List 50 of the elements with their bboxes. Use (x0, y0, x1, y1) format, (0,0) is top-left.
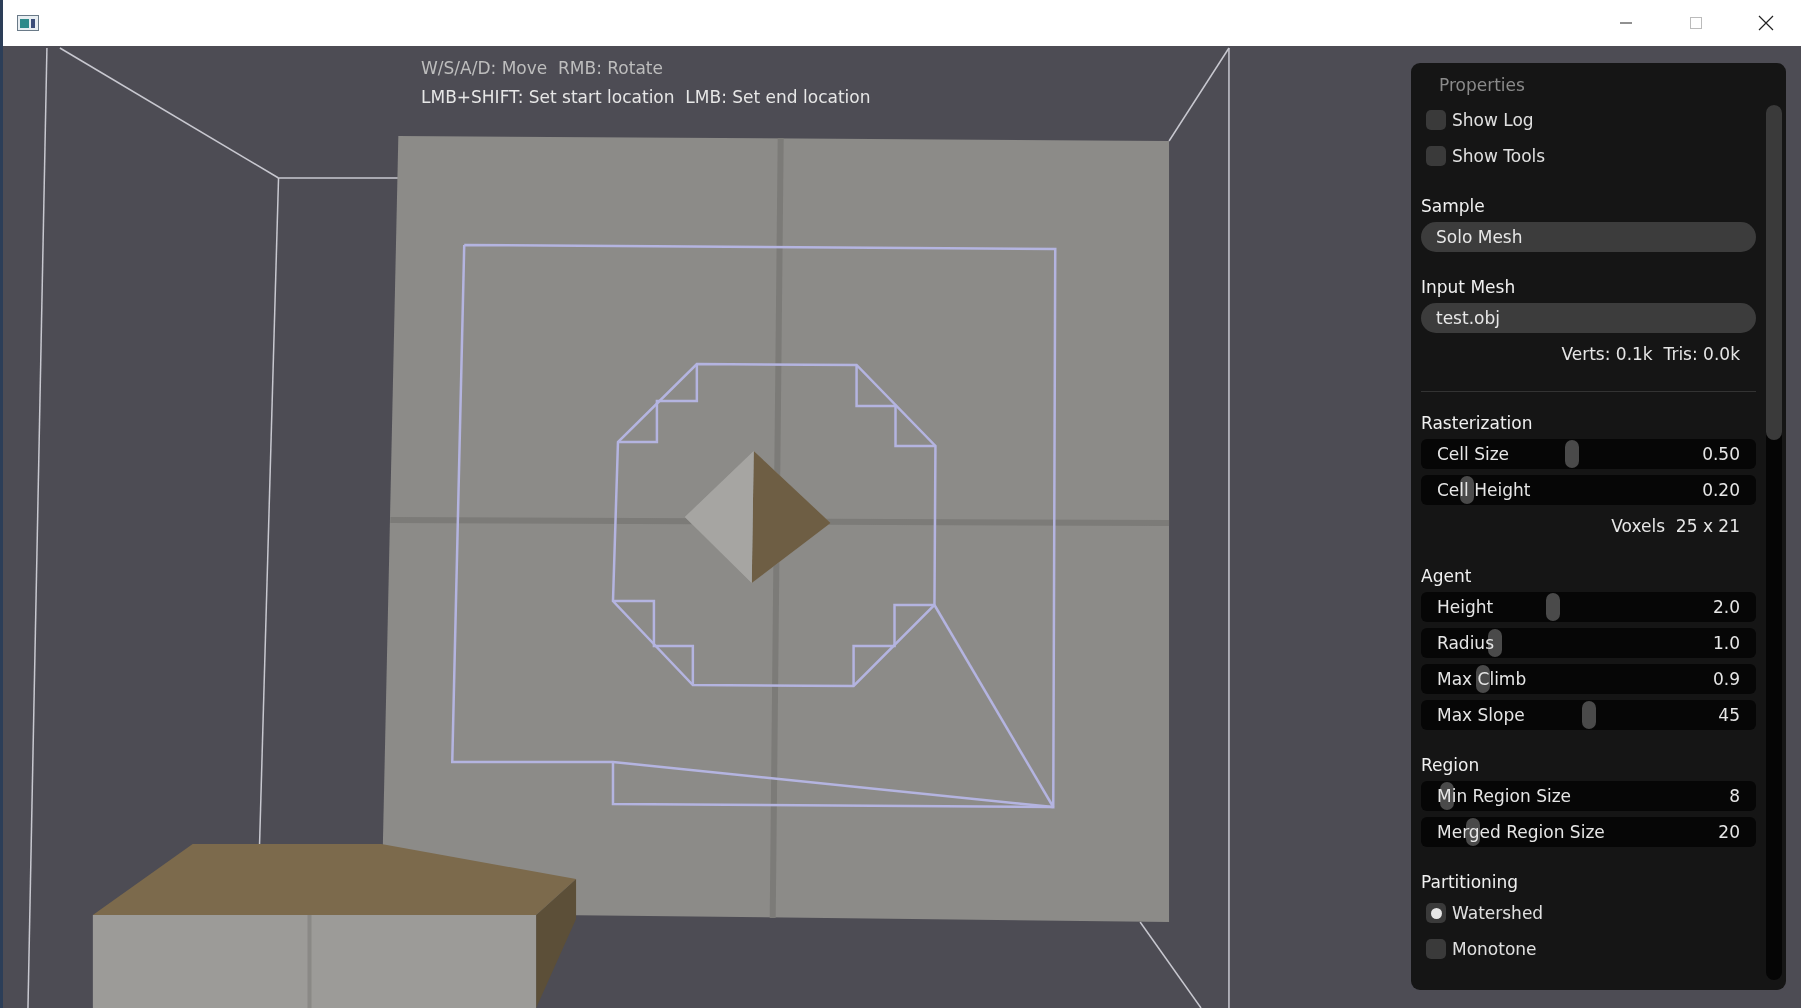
slider[interactable]: Min Region Size 8 (1421, 781, 1756, 811)
slider-label: Cell Size (1437, 444, 1510, 464)
checkbox-label[interactable]: Show Tools (1452, 146, 1546, 166)
dropdown-button[interactable]: Solo Mesh (1421, 222, 1756, 252)
section-header: Agent (1421, 565, 1473, 586)
app-icon (17, 15, 39, 31)
section-header: Sample (1421, 195, 1486, 216)
close-icon (1758, 15, 1774, 31)
slider-label: Height (1437, 597, 1494, 617)
slider-label: Max Climb (1437, 669, 1527, 689)
info-text: Verts: 0.1k Tris: 0.0k (1560, 343, 1741, 366)
section-header: Partitioning (1421, 871, 1520, 892)
slider-value: 0.50 (1702, 444, 1740, 464)
scrollbar-thumb[interactable] (1766, 105, 1782, 440)
slider-label: Merged Region Size (1437, 822, 1605, 842)
help-text: W/S/A/D: Move RMB: Rotate (421, 58, 664, 78)
checkbox-label[interactable]: Show Log (1452, 110, 1534, 130)
checkbox[interactable] (1426, 146, 1446, 166)
slider-value: 0.9 (1712, 669, 1740, 689)
info-text: Voxels 25 x 21 (1610, 515, 1741, 538)
section-header: Input Mesh (1421, 276, 1517, 297)
panel-title: Properties (1438, 75, 1526, 97)
help-text: LMB+SHIFT: Set start location LMB: Set end location (421, 87, 871, 107)
radio-label[interactable]: Monotone (1452, 939, 1537, 959)
slider[interactable]: Height 2.0 (1421, 592, 1756, 622)
slider-value: 8 (1729, 786, 1740, 806)
slider-label: Cell Height (1437, 480, 1531, 500)
slider-value: 0.20 (1702, 480, 1740, 500)
slider[interactable]: Cell Size 0.50 (1421, 439, 1756, 469)
slider[interactable]: Radius 1.0 (1421, 628, 1756, 658)
section-header: Region (1421, 754, 1481, 775)
slider[interactable]: Cell Height 0.20 (1421, 475, 1756, 505)
scrollbar[interactable] (1766, 105, 1782, 980)
radio-label[interactable]: Watershed (1452, 903, 1544, 923)
slider-label: Radius (1437, 633, 1494, 653)
slider-value: 2.0 (1712, 597, 1740, 617)
checkbox[interactable] (1426, 110, 1446, 130)
slider[interactable]: Merged Region Size 20 (1421, 817, 1756, 847)
section-header: Rasterization (1421, 412, 1534, 433)
slider[interactable]: Max Climb 0.9 (1421, 664, 1756, 694)
maximize-icon (1689, 16, 1703, 30)
slider-value: 45 (1718, 705, 1740, 725)
dropdown-button[interactable]: test.obj (1421, 303, 1756, 333)
radio-button[interactable] (1426, 903, 1446, 923)
radio-button[interactable] (1426, 939, 1446, 959)
slider-value: 1.0 (1712, 633, 1740, 653)
slider[interactable]: Max Slope 45 (1421, 700, 1756, 730)
slider-value: 20 (1718, 822, 1740, 842)
slider-label: Max Slope (1437, 705, 1525, 725)
slider-label: Min Region Size (1437, 786, 1572, 806)
